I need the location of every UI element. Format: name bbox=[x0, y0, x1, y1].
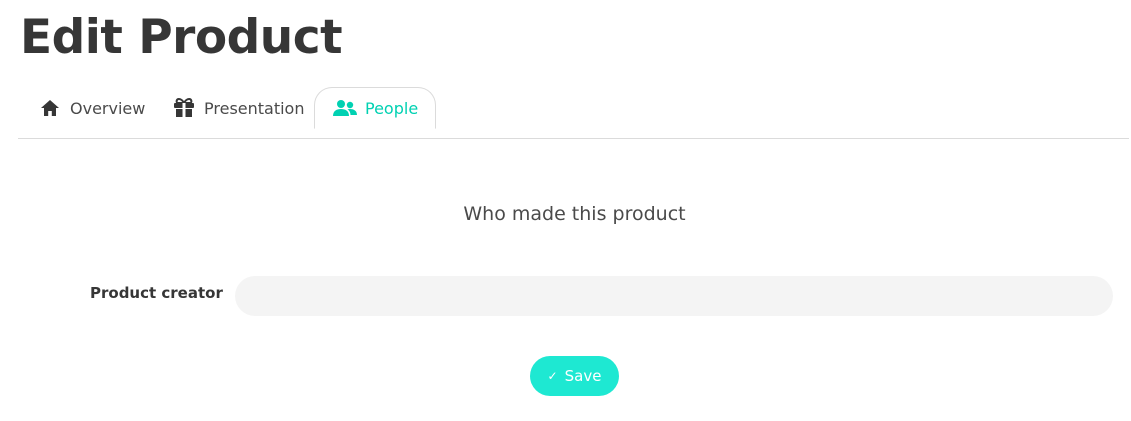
tab-people-label: People bbox=[365, 98, 419, 118]
home-icon bbox=[38, 98, 62, 118]
check-icon: ✓ bbox=[547, 369, 558, 383]
edit-product-page: Edit Product Overview Presentation Peopl… bbox=[0, 0, 1131, 421]
gift-icon bbox=[172, 98, 196, 118]
tab-presentation-label: Presentation bbox=[204, 98, 305, 118]
page-title: Edit Product bbox=[20, 10, 343, 65]
product-creator-label: Product creator bbox=[90, 284, 223, 302]
tab-overview[interactable]: Overview bbox=[38, 87, 145, 128]
tab-overview-label: Overview bbox=[70, 98, 146, 118]
users-icon bbox=[333, 98, 357, 118]
tab-bar: Overview Presentation People bbox=[18, 87, 1129, 139]
tab-presentation[interactable]: Presentation bbox=[172, 87, 304, 128]
save-button-label: Save bbox=[564, 367, 602, 385]
tab-people[interactable]: People bbox=[314, 87, 437, 129]
product-creator-input[interactable] bbox=[235, 276, 1113, 316]
section-heading: Who made this product bbox=[463, 203, 686, 225]
save-button[interactable]: ✓ Save bbox=[530, 356, 619, 396]
